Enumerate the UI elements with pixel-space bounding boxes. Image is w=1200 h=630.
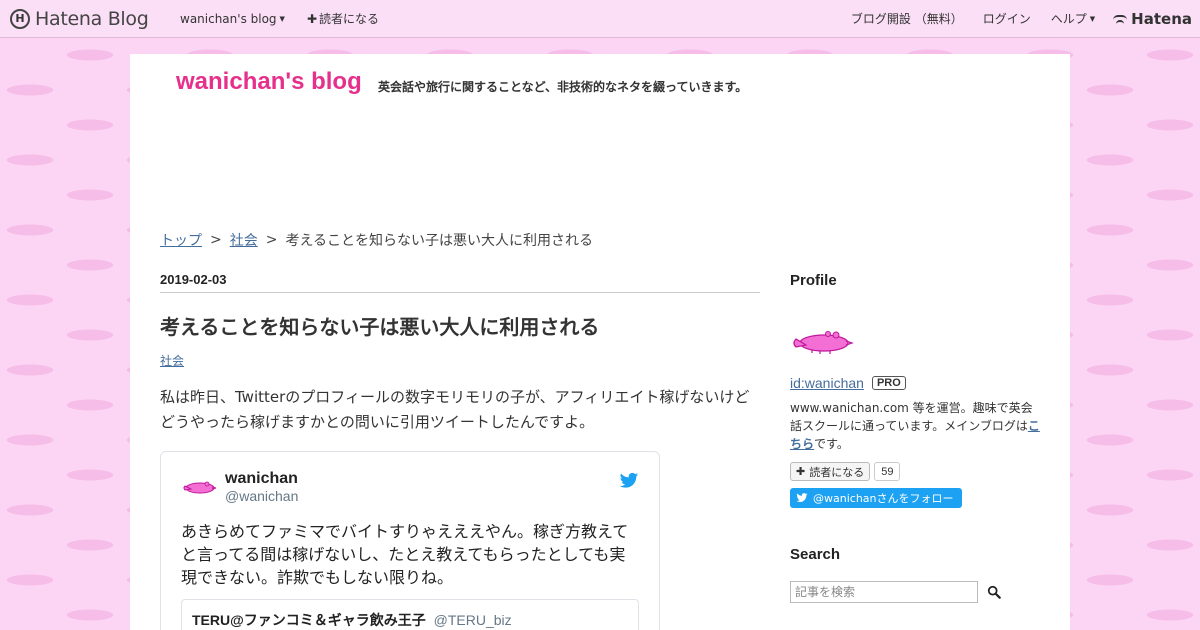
embedded-tweet[interactable]: wanichan @wanichan あきらめてファミマでバイトすりゃえええやん… (160, 451, 660, 630)
entry: 2019-02-03 考えることを知らない子は悪い大人に利用される 社会 私は昨… (160, 272, 760, 630)
profile-description-text: www.wanichan.com 等を運営。趣味で英会話スクールに通っています。… (790, 401, 1033, 433)
twitter-bird-icon (796, 493, 808, 502)
breadcrumb-separator: > (210, 232, 222, 248)
quoted-tweet[interactable]: TERU@ファンコミ＆ギャラ飲み王子 @TERU_biz (181, 599, 639, 630)
hatena-mark-icon (1113, 14, 1128, 24)
profile-description-suffix: です。 (814, 437, 849, 451)
blog-menu-label: wanichan's blog (180, 11, 277, 26)
header-subscribe-label: 読者になる (319, 12, 380, 26)
quoted-author-handle: @TERU_biz (433, 612, 512, 628)
tweet-author-handle[interactable]: @wanichan (225, 488, 298, 504)
help-menu[interactable]: ヘルプ ▼ (1051, 10, 1095, 27)
blog-title[interactable]: wanichan's blog (176, 68, 362, 96)
entry-title[interactable]: 考えることを知らない子は悪い大人に利用される (160, 311, 760, 340)
global-header: H Hatena Blog wanichan's blog ▼ ✚ 読者になる … (0, 0, 1200, 38)
breadcrumb-current: 考えることを知らない子は悪い大人に利用される (285, 233, 594, 249)
profile-id-row: id:wanichan PRO (790, 375, 1040, 391)
twitter-follow-label: @wanichanさんをフォロー (813, 492, 954, 505)
subscribe-button[interactable]: ✚ 読者になる (790, 462, 871, 481)
twitter-bird-icon[interactable] (619, 472, 639, 490)
subscribe-label: 読者になる (809, 465, 865, 479)
search-icon[interactable] (987, 585, 1001, 599)
hatena-link[interactable]: Hatena (1113, 10, 1192, 28)
search-input[interactable] (790, 581, 978, 603)
breadcrumb-category[interactable]: 社会 (230, 230, 258, 250)
caret-down-icon: ▼ (1089, 14, 1096, 23)
hatena-blog-logo-text: Hatena Blog (35, 7, 149, 30)
profile-heading: Profile (790, 272, 837, 289)
crocodile-profile-icon[interactable] (790, 319, 854, 359)
quoted-author-name: TERU@ファンコミ＆ギャラ飲み王子 (192, 612, 426, 628)
entry-body: 私は昨日、Twitterのプロフィールの数字モリモリの子が、アフィリエイト稼げな… (160, 388, 750, 431)
breadcrumb-separator: > (265, 232, 278, 248)
profile-id-link[interactable]: id:wanichan (790, 375, 864, 391)
search-heading: Search (790, 546, 841, 563)
subscriber-count[interactable]: 59 (874, 462, 901, 481)
pro-badge[interactable]: PRO (871, 376, 906, 390)
header-subscribe-button[interactable]: ✚ 読者になる (307, 10, 379, 27)
blog-description: 英会話や旅行に関することなど、非技術的なネタを綴っていきます。 (378, 80, 748, 94)
hatena-logo-icon: H (10, 8, 30, 29)
tweet-header: wanichan @wanichan (181, 470, 639, 504)
profile-description: www.wanichan.com 等を運営。趣味で英会話スクールに通っています。… (790, 399, 1040, 453)
start-blog-link[interactable]: ブログ開設 （無料） (851, 10, 963, 27)
entry-category[interactable]: 社会 (160, 352, 184, 369)
hatena-blog-logo[interactable]: H Hatena Blog (10, 8, 160, 30)
breadcrumb-top[interactable]: トップ (160, 230, 202, 250)
tweet-author-name[interactable]: wanichan (225, 470, 298, 488)
subscribe-row: ✚ 読者になる 59 (790, 462, 1040, 481)
help-label: ヘルプ (1050, 12, 1087, 26)
blog-menu[interactable]: wanichan's blog ▼ (180, 12, 285, 26)
plus-icon: ✚ (306, 11, 317, 26)
hatena-label: Hatena (1131, 9, 1192, 28)
entry-date[interactable]: 2019-02-03 (160, 272, 760, 293)
search-row (790, 581, 1040, 603)
crocodile-avatar-icon[interactable] (181, 476, 217, 498)
tweet-text: あきらめてファミマでバイトすりゃえええやん。稼ぎ方教えてと言ってる間は稼げないし… (181, 522, 629, 587)
sidebar: Profile id:wanichan PRO www.wanichan.com… (790, 272, 1040, 603)
blog-container: wanichan's blog 英会話や旅行に関することなど、非技術的なネタを綴… (130, 54, 1070, 630)
twitter-follow-button[interactable]: @wanichanさんをフォロー (790, 488, 962, 508)
plus-icon: ✚ (796, 465, 806, 478)
login-link[interactable]: ログイン (983, 10, 1031, 27)
caret-down-icon: ▼ (279, 14, 285, 23)
breadcrumb: トップ > 社会 > 考えることを知らない子は悪い大人に利用される (160, 230, 593, 250)
